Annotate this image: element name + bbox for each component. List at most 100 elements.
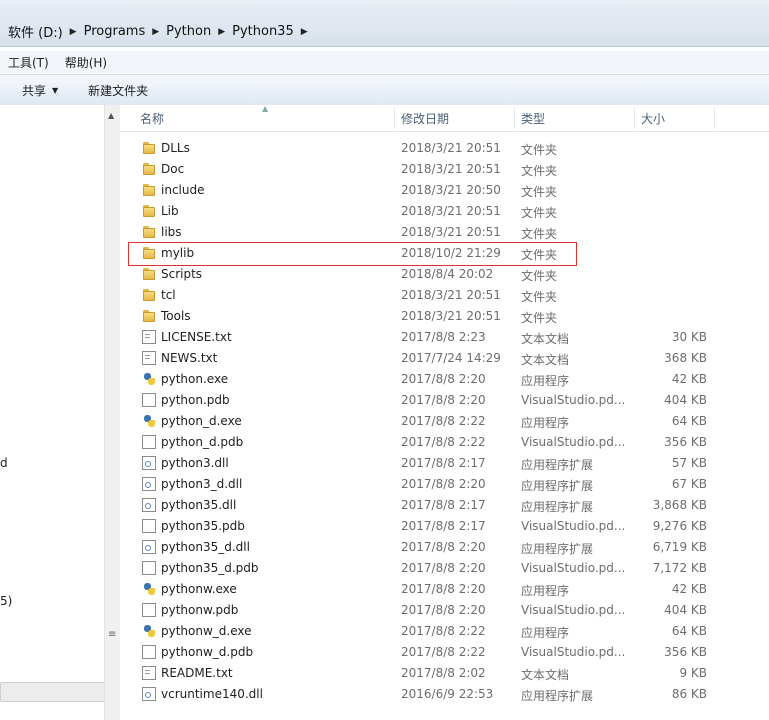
- file-row[interactable]: python_d.pdb 2017/8/8 2:22 VisualStudio.pd…: [120, 432, 769, 453]
- file-size: 368 KB: [664, 351, 707, 365]
- column-type[interactable]: 类型: [521, 105, 545, 131]
- folder-icon: [142, 204, 156, 218]
- file-row[interactable]: python3.dll 2017/8/8 2:17 应用程序扩展 57 KB: [120, 453, 769, 474]
- folder-icon: [142, 141, 156, 155]
- scroll-up-icon[interactable]: ▲: [108, 111, 114, 120]
- exe-icon: [142, 582, 156, 596]
- file-list[interactable]: ▲ 名称 修改日期 类型 大小 DLLs 2018/3/21 20:51 文件夹 Do…: [120, 104, 769, 720]
- file-name: tcl: [161, 288, 176, 302]
- file-row[interactable]: python35.dll 2017/8/8 2:17 应用程序扩展 3,868 KB: [120, 495, 769, 516]
- file-size: 86 KB: [671, 687, 707, 701]
- file-date: 2018/10/2 21:29: [401, 246, 501, 260]
- nav-scrollbar[interactable]: ▲ ≡: [104, 105, 120, 720]
- file-row[interactable]: include 2018/3/21 20:50 文件夹: [120, 180, 769, 201]
- file-name: pythonw_d.pdb: [161, 645, 254, 659]
- file-row[interactable]: python.pdb 2017/8/8 2:20 VisualStudio.pd..…: [120, 390, 769, 411]
- file-date: 2017/8/8 2:17: [401, 456, 486, 470]
- file-name: Scripts: [161, 267, 203, 281]
- chevron-right-icon[interactable]: ▶: [67, 27, 82, 37]
- file-row[interactable]: DLLs 2018/3/21 20:51 文件夹: [120, 138, 769, 159]
- new-folder-button[interactable]: 新建文件夹: [72, 82, 162, 99]
- file-size: 64 KB: [671, 624, 707, 638]
- file-row[interactable]: python35.pdb 2017/8/8 2:17 VisualStudio.pd…: [120, 516, 769, 537]
- column-divider[interactable]: [394, 107, 395, 129]
- navigation-pane[interactable]: d 5): [0, 105, 109, 720]
- chevron-right-icon[interactable]: ▶: [298, 27, 313, 37]
- dll-icon: [142, 687, 156, 701]
- menu-bar: 工具(T) 帮助(H): [0, 51, 769, 73]
- file-size: 7,172 KB: [652, 561, 707, 575]
- file-row[interactable]: pythonw.pdb 2017/8/8 2:20 VisualStudio.pd.…: [120, 600, 769, 621]
- menu-tools[interactable]: 工具(T): [0, 54, 57, 71]
- file-row[interactable]: NEWS.txt 2017/7/24 14:29 文本文档 368 KB: [120, 348, 769, 369]
- file-type: VisualStudio.pd...: [521, 519, 626, 533]
- folder-icon: [142, 162, 156, 176]
- share-button[interactable]: 共享 ▼: [0, 82, 72, 99]
- file-date: 2017/8/8 2:20: [401, 603, 486, 617]
- file-type: VisualStudio.pd...: [521, 435, 626, 449]
- file-date: 2017/8/8 2:20: [401, 561, 486, 575]
- file-row[interactable]: mylib 2018/10/2 21:29 文件夹: [120, 243, 769, 264]
- file-row[interactable]: Lib 2018/3/21 20:51 文件夹: [120, 201, 769, 222]
- column-divider[interactable]: [714, 107, 715, 129]
- file-row[interactable]: vcruntime140.dll 2016/6/9 22:53 应用程序扩展 86 K…: [120, 684, 769, 705]
- file-name: python3.dll: [161, 456, 229, 470]
- nav-item-fragment[interactable]: 5): [0, 594, 12, 608]
- file-row[interactable]: pythonw.exe 2017/8/8 2:20 应用程序 42 KB: [120, 579, 769, 600]
- file-type: 应用程序扩展: [521, 479, 594, 493]
- file-date: 2016/6/9 22:53: [401, 687, 494, 701]
- file-row[interactable]: LICENSE.txt 2017/8/8 2:23 文本文档 30 KB: [120, 327, 769, 348]
- nav-horizontal-scrollbar[interactable]: [0, 682, 105, 702]
- file-type: 文件夹: [521, 248, 558, 262]
- file-type: 应用程序扩展: [521, 689, 594, 703]
- column-date[interactable]: 修改日期: [401, 105, 449, 131]
- file-row[interactable]: python3_d.dll 2017/8/8 2:20 应用程序扩展 67 KB: [120, 474, 769, 495]
- file-row[interactable]: python35_d.pdb 2017/8/8 2:20 VisualStudio.…: [120, 558, 769, 579]
- file-row[interactable]: pythonw_d.exe 2017/8/8 2:22 应用程序 64 KB: [120, 621, 769, 642]
- file-date: 2017/8/8 2:02: [401, 666, 486, 680]
- file-row[interactable]: python_d.exe 2017/8/8 2:22 应用程序 64 KB: [120, 411, 769, 432]
- file-row[interactable]: python35_d.dll 2017/8/8 2:20 应用程序扩展 6,719 K…: [120, 537, 769, 558]
- chevron-right-icon[interactable]: ▶: [149, 27, 164, 37]
- file-row[interactable]: Doc 2018/3/21 20:51 文件夹: [120, 159, 769, 180]
- pdb-icon: [142, 519, 156, 533]
- txt-icon: [142, 330, 156, 344]
- file-type: 文本文档: [521, 353, 570, 367]
- file-name: pythonw_d.exe: [161, 624, 252, 638]
- column-size[interactable]: 大小: [641, 105, 665, 131]
- column-divider[interactable]: [514, 107, 515, 129]
- exe-icon: [142, 372, 156, 386]
- file-row[interactable]: Scripts 2018/8/4 20:02 文件夹: [120, 264, 769, 285]
- chevron-right-icon[interactable]: ▶: [215, 27, 230, 37]
- scroll-grip-icon[interactable]: ≡: [108, 630, 116, 640]
- file-type: 应用程序扩展: [521, 542, 594, 556]
- file-row[interactable]: Tools 2018/3/21 20:51 文件夹: [120, 306, 769, 327]
- pdb-icon: [142, 645, 156, 659]
- file-row[interactable]: tcl 2018/3/21 20:51 文件夹: [120, 285, 769, 306]
- file-type: 应用程序扩展: [521, 500, 594, 514]
- breadcrumb-programs[interactable]: Programs: [82, 24, 150, 39]
- breadcrumb-python35[interactable]: Python35: [230, 24, 298, 39]
- sort-ascending-icon: ▲: [262, 104, 269, 113]
- file-row[interactable]: pythonw_d.pdb 2017/8/8 2:22 VisualStudio.p…: [120, 642, 769, 663]
- file-type: VisualStudio.pd...: [521, 645, 626, 659]
- dll-icon: [142, 498, 156, 512]
- breadcrumb-drive[interactable]: 软件 (D:): [6, 22, 67, 41]
- file-name: include: [161, 183, 205, 197]
- column-name[interactable]: 名称: [140, 105, 164, 131]
- caret-down-icon: ▼: [52, 85, 59, 95]
- file-size: 356 KB: [664, 645, 707, 659]
- file-name: LICENSE.txt: [161, 330, 232, 344]
- address-bar[interactable]: 软件 (D:) ▶ Programs ▶ Python ▶ Python35 ▶: [0, 0, 769, 47]
- breadcrumb-python[interactable]: Python: [164, 24, 215, 39]
- file-row[interactable]: libs 2018/3/21 20:51 文件夹: [120, 222, 769, 243]
- file-name: vcruntime140.dll: [161, 687, 263, 701]
- pdb-icon: [142, 435, 156, 449]
- file-date: 2017/8/8 2:22: [401, 414, 486, 428]
- file-name: python.pdb: [161, 393, 230, 407]
- file-row[interactable]: python.exe 2017/8/8 2:20 应用程序 42 KB: [120, 369, 769, 390]
- nav-item-fragment[interactable]: d: [0, 456, 8, 470]
- column-divider[interactable]: [634, 107, 635, 129]
- menu-help[interactable]: 帮助(H): [57, 54, 115, 71]
- file-row[interactable]: README.txt 2017/8/8 2:02 文本文档 9 KB: [120, 663, 769, 684]
